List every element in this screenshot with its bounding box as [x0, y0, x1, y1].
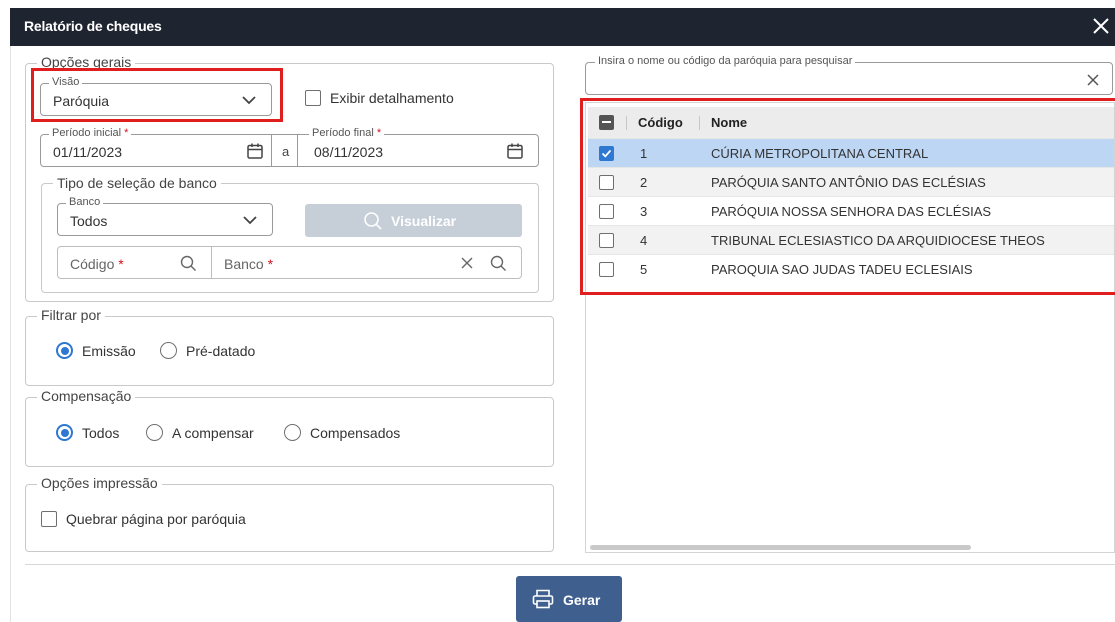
todos-radio[interactable]	[56, 424, 73, 441]
exibir-detalhamento-checkbox[interactable]	[305, 90, 321, 106]
pre-datado-label: Pré-datado	[186, 343, 256, 359]
periodo-final-input[interactable]: 08/11/2023	[314, 144, 383, 160]
clear-icon[interactable]	[460, 256, 474, 273]
pre-datado-radio[interactable]	[160, 342, 177, 359]
calendar-icon[interactable]	[246, 142, 264, 163]
banco-search-input[interactable]: Banco *	[224, 256, 273, 272]
compensacao-legend: Compensação	[37, 388, 136, 404]
compensados-label: Compensados	[310, 425, 401, 441]
banco-value: Todos	[70, 213, 108, 229]
emissao-label: Emissão	[82, 343, 136, 359]
periodo-group: Período inicial * 01/11/2023 a Período f…	[40, 127, 539, 167]
a-compensar-radio[interactable]	[146, 424, 163, 441]
search-icon	[363, 211, 383, 234]
periodo-inicial-label: Período inicial *	[49, 127, 132, 140]
gerar-button[interactable]: Gerar	[516, 576, 622, 622]
quebrar-pagina-label: Quebrar página por paróquia	[66, 511, 246, 527]
compensados-radio[interactable]	[284, 424, 301, 441]
dialog-titlebar: Relatório de cheques	[10, 8, 1115, 46]
periodo-divider-2	[297, 134, 298, 167]
calendar-icon[interactable]	[506, 142, 524, 163]
periodo-final-label: Período final *	[309, 127, 385, 140]
emissao-radio[interactable]	[56, 342, 73, 359]
clear-icon[interactable]	[1086, 73, 1100, 90]
visualizar-label: Visualizar	[391, 213, 457, 229]
close-icon[interactable]	[1089, 12, 1113, 40]
dialog-left-border	[10, 46, 11, 622]
filtrar-por-legend: Filtrar por	[37, 307, 105, 323]
a-compensar-label: A compensar	[172, 425, 254, 441]
chevron-down-icon	[242, 213, 258, 230]
periodo-divider	[271, 134, 272, 167]
paroquia-search-input[interactable]: Insira o nome ou código da paróquia para…	[585, 55, 1113, 95]
dialog-title: Relatório de cheques	[24, 18, 162, 34]
visualizar-button[interactable]: Visualizar	[305, 204, 522, 237]
opcoes-impressao-legend: Opções impressão	[37, 475, 162, 491]
banco-search-group: Código * Banco *	[57, 246, 522, 279]
banco-select[interactable]: Banco Todos	[57, 196, 273, 236]
codigo-input[interactable]: Código *	[70, 256, 124, 272]
periodo-inicial-input[interactable]: 01/11/2023	[53, 144, 122, 160]
exibir-detalhamento-label: Exibir detalhamento	[330, 90, 454, 106]
todos-label: Todos	[82, 425, 120, 441]
tipo-selecao-banco-legend: Tipo de seleção de banco	[53, 175, 221, 191]
gerar-label: Gerar	[563, 592, 601, 608]
quebrar-pagina-checkbox[interactable]	[41, 511, 57, 527]
periodo-separator: a	[282, 144, 290, 159]
search-divider	[211, 246, 212, 279]
paroquia-search-label: Insira o nome ou código da paróquia para…	[595, 55, 856, 67]
footer-divider	[25, 564, 1115, 565]
printer-icon	[532, 589, 554, 612]
search-icon[interactable]	[180, 255, 197, 275]
horizontal-scrollbar[interactable]	[590, 545, 971, 550]
search-icon[interactable]	[490, 255, 507, 275]
banco-label: Banco	[66, 196, 104, 209]
grid-highlight	[580, 98, 1115, 295]
visao-highlight	[31, 68, 283, 122]
